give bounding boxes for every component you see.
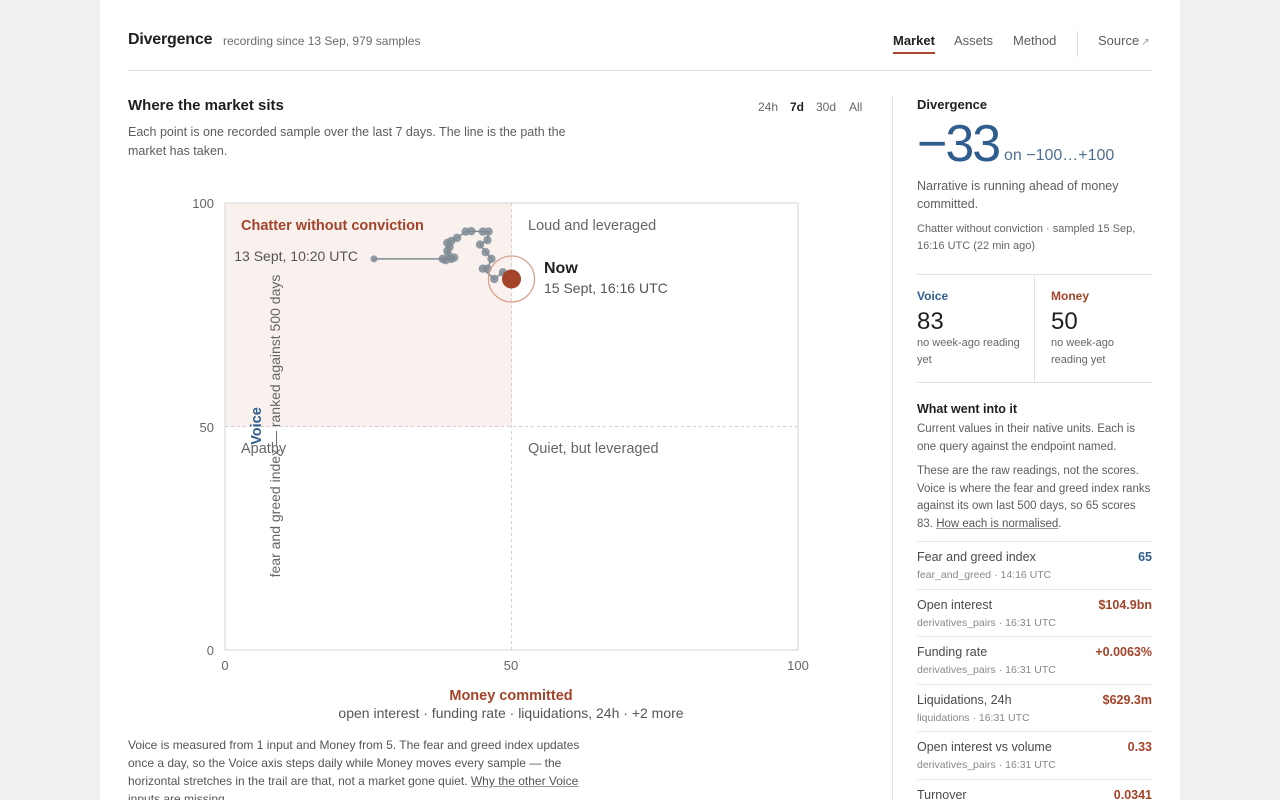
reading-name: Fear and greed index [917, 550, 1036, 564]
trail-point [490, 274, 499, 284]
voice-summary-value: 83 [917, 308, 944, 335]
reading-name: Open interest [917, 597, 993, 612]
money-summary-value: 50 [1051, 308, 1078, 335]
y-tick-50: 50 [200, 420, 214, 435]
reading-row: Open interest derivatives_pairs · 16:31 U… [917, 588, 1152, 636]
reading-row: Funding rate derivatives_pairs · 16:31 UT… [917, 636, 1152, 683]
quadrant-label-top-left: Chatter without conviction [241, 218, 424, 234]
reading-source: derivatives_pairs · 16:31 UTC [917, 759, 1056, 771]
divergence-description: Narrative is running ahead of money comm… [917, 179, 1119, 211]
trail-point [483, 235, 492, 245]
inputs-intro: Current values in their native units. Ea… [917, 423, 1135, 453]
trail-point [487, 254, 496, 264]
reading-value: $629.3m [1102, 692, 1152, 707]
money-summary: Money 50 no week-ago reading yet [1051, 275, 1151, 383]
y-tick-100: 100 [192, 196, 214, 211]
x-tick-100: 100 [787, 658, 809, 673]
voice-money-summary: Voice 83 no week-ago reading yet Money 5… [917, 274, 1152, 383]
page: Divergence recording since 13 Sep, 979 s… [100, 0, 1180, 800]
tab-market[interactable]: Market [893, 33, 935, 54]
start-point-label: 13 Sept, 10:20 UTC [234, 248, 358, 264]
x-axis-label: Money committed [449, 688, 572, 704]
x-axis-sublabel: open interest · funding rate · liquidati… [338, 705, 683, 721]
divergence-scale: on −100…+100 [1004, 147, 1115, 164]
y-axis-label: Voice [249, 407, 265, 445]
normalisation-link[interactable]: How each is normalised [936, 518, 1058, 530]
x-tick-0: 0 [221, 658, 228, 673]
now-point[interactable] [502, 269, 521, 289]
nav-divider [1077, 31, 1078, 57]
trail-point [475, 240, 485, 249]
source-link-label: Source [1098, 33, 1140, 48]
voice-summary-label: Voice [917, 289, 949, 303]
reading-source: fear_and_greed · 14:16 UTC [917, 569, 1052, 581]
trail-point [452, 233, 462, 243]
divergence-label: Divergence [917, 97, 988, 112]
chart-footnote: Voice is measured from 1 input and Money… [128, 736, 588, 800]
reading-row: Open interest vs volume derivatives_pairs… [917, 731, 1152, 778]
trail-point [484, 227, 493, 236]
x-tick-50: 50 [504, 658, 518, 673]
source-link[interactable]: Source ↗ [1098, 33, 1150, 48]
y-tick-0: 0 [207, 643, 214, 658]
trail-point [370, 255, 378, 263]
reading-row: Liquidations, 24h liquidations · 16:31 UT… [917, 683, 1152, 731]
now-timestamp: 15 Sept, 16:16 UTC [544, 280, 668, 296]
reading-name: Liquidations, 24h [917, 692, 1012, 707]
voice-summary: Voice 83 no week-ago reading yet [917, 275, 1035, 383]
sample-status: Chatter without conviction · sampled 15 … [917, 223, 1136, 252]
quadrant-label-bottom-right: Quiet, but leveraged [528, 441, 659, 457]
trail-point [467, 226, 476, 236]
reading-source: liquidations · 16:31 UTC [917, 711, 1030, 724]
divergence-scatter-chart: 100 50 0 0 50 100 Chatter without convic… [192, 196, 809, 721]
reading-name: Open interest vs volume [917, 740, 1052, 754]
y-axis-sublabel: fear and greed index — ranked against 50… [267, 275, 283, 578]
reading-source: derivatives_pairs · 16:31 UTC [917, 664, 1056, 676]
tab-assets[interactable]: Assets [954, 33, 993, 48]
trail-point [481, 247, 490, 257]
reading-value: +0.0063% [1095, 645, 1152, 659]
reading-row: Turnover 0.0341 [917, 778, 1152, 800]
reading-value: $104.9bn [1098, 597, 1152, 612]
reading-row: Fear and greed index fear_and_greed · 14:… [917, 541, 1152, 588]
trail-point [478, 264, 488, 273]
divergence-value: −33 [917, 115, 1001, 173]
reading-source: derivatives_pairs · 16:31 UTC [917, 616, 1056, 629]
voice-summary-note: no week-ago reading yet [917, 337, 1020, 366]
now-label: Now [544, 260, 578, 277]
money-summary-note: no week-ago reading yet [1051, 337, 1114, 366]
panel-divider [892, 96, 893, 800]
reading-name: Turnover [917, 787, 967, 800]
tab-method[interactable]: Method [1013, 33, 1056, 48]
external-link-icon: ↗ [1141, 37, 1150, 48]
reading-value: 0.0341 [1113, 787, 1152, 800]
top-nav: Market Assets Method Source ↗ [892, 31, 1152, 57]
quadrant-label-top-right: Loud and leveraged [528, 218, 656, 234]
reading-value: 0.33 [1127, 740, 1152, 754]
reading-name: Funding rate [917, 645, 988, 659]
reading-value: 65 [1138, 550, 1152, 564]
inputs-explanation: These are the raw readings, not the scor… [917, 465, 1151, 530]
money-summary-label: Money [1051, 289, 1090, 303]
inputs-title: What went into it [917, 402, 1017, 416]
